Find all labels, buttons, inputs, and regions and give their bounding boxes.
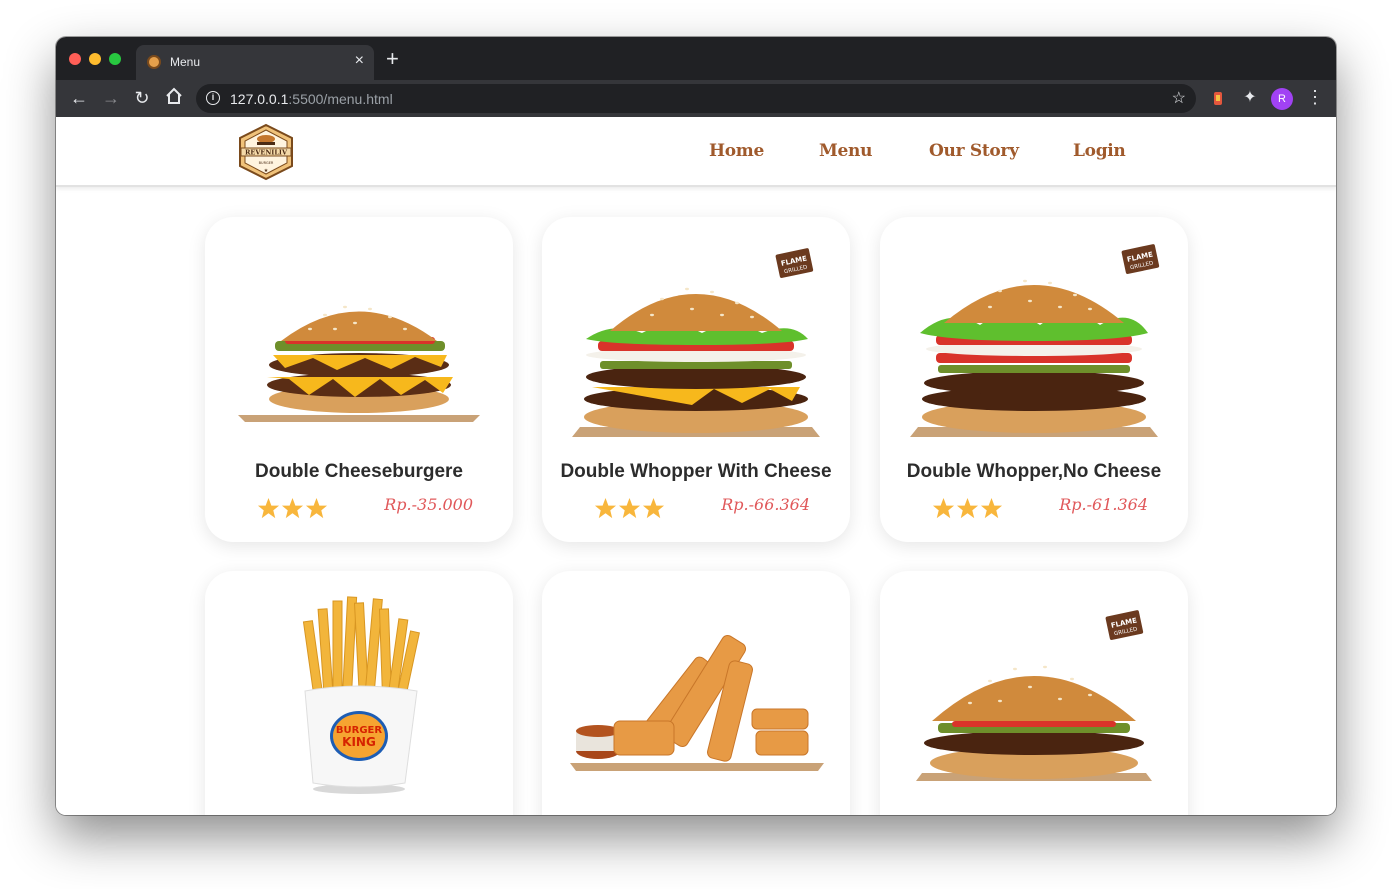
puzzle-extensions-icon[interactable]: ✦ [1241, 89, 1259, 107]
bookmark-star-icon[interactable]: ☆ [1172, 88, 1186, 108]
fries-image: BURGER KING [302, 596, 420, 794]
menu-card[interactable]: Double Cheeseburgere Rp.-35.000 [205, 217, 513, 542]
double-whopper-cheese-image: FLAME GRILLED [572, 248, 820, 437]
home-icon[interactable] [163, 87, 185, 109]
menu-item-name: Double Whopper With Cheese [560, 461, 832, 482]
star-rating [594, 497, 666, 523]
back-icon[interactable]: ← [68, 87, 90, 109]
menu-item-price: Rp.-66.364 [721, 495, 810, 514]
svg-text:★: ★ [264, 168, 269, 174]
zoom-window-button[interactable] [109, 53, 121, 65]
star-icon [980, 497, 1003, 519]
nav-menu-link[interactable]: Menu [819, 141, 872, 161]
flame-grilled-badge: FLAME GRILLED [1105, 610, 1144, 640]
minimize-window-button[interactable] [89, 53, 101, 65]
browser-tab[interactable]: Menu × [136, 45, 374, 80]
svg-text:REVENILIV: REVENILIV [245, 149, 288, 157]
browser-menu-icon[interactable]: ⋮ [1306, 86, 1324, 108]
nav-home-link[interactable]: Home [709, 141, 764, 161]
browser-toolbar: ← → ↻ i 127.0.0.1:5500/menu.html ☆ ✦ R ⋮ [56, 80, 1336, 117]
flame-grilled-badge: FLAME GRILLED [775, 248, 814, 278]
star-icon [642, 497, 665, 519]
menu-item-price: Rp.-61.364 [1059, 495, 1148, 514]
page-viewport: REVENILIV BURGER ★ Home Menu Our Story L… [56, 117, 1336, 815]
tab-close-icon[interactable]: × [355, 52, 364, 70]
cheese-sticks-image [570, 634, 824, 771]
flame-grilled-badge: FLAME GRILLED [1121, 244, 1160, 274]
menu-card[interactable]: BURGER KING [205, 571, 513, 815]
menu-item-price: Rp.-35.000 [384, 495, 473, 514]
star-icon [932, 497, 955, 519]
browser-window: Menu × + ← → ↻ i 127.0.0.1:5500/menu.htm… [56, 37, 1336, 815]
star-rating [257, 497, 329, 523]
profile-avatar[interactable]: R [1271, 88, 1293, 110]
star-icon [618, 497, 641, 519]
nav-our-story-link[interactable]: Our Story [929, 141, 1019, 161]
site-info-icon[interactable]: i [206, 91, 220, 105]
reload-icon[interactable]: ↻ [131, 87, 153, 109]
double-cheeseburger-image [238, 305, 480, 422]
address-bar[interactable]: i 127.0.0.1:5500/menu.html ☆ [196, 84, 1196, 113]
new-tab-button[interactable]: + [386, 48, 399, 70]
burger-favicon-icon [147, 55, 161, 69]
forward-icon[interactable]: → [100, 87, 122, 109]
star-icon [257, 497, 280, 519]
star-rating [932, 497, 1004, 523]
extension-icon[interactable] [1209, 89, 1227, 107]
nav-login-link[interactable]: Login [1073, 141, 1126, 161]
svg-text:BURGER: BURGER [259, 161, 274, 165]
star-icon [305, 497, 328, 519]
menu-item-name: Double Whopper,No Cheese [906, 461, 1162, 482]
menu-card[interactable]: FLAME GRILLED [880, 571, 1188, 815]
menu-item-name: Double Cheeseburgere [255, 461, 463, 482]
tab-title: Menu [170, 55, 201, 69]
close-window-button[interactable] [69, 53, 81, 65]
double-whopper-no-cheese-image: FLAME GRILLED [910, 244, 1160, 437]
tab-bar: Menu × + [56, 37, 1336, 80]
menu-card[interactable]: FLAME GRILLED Double Whopper,No Cheese R… [880, 217, 1188, 542]
menu-card[interactable] [542, 571, 850, 815]
menu-card[interactable]: FLAME GRILLED Double Whopper With Cheese… [542, 217, 850, 542]
site-header: REVENILIV BURGER ★ Home Menu Our Story L… [56, 117, 1336, 187]
url-text: 127.0.0.1:5500/menu.html [230, 91, 393, 107]
svg-text:KING: KING [342, 735, 376, 749]
site-logo[interactable]: REVENILIV BURGER ★ [236, 123, 296, 181]
star-icon [281, 497, 304, 519]
star-icon [956, 497, 979, 519]
star-icon [594, 497, 617, 519]
whopper-image: FLAME GRILLED [916, 610, 1152, 781]
burger-king-logo: BURGER KING [330, 711, 388, 761]
